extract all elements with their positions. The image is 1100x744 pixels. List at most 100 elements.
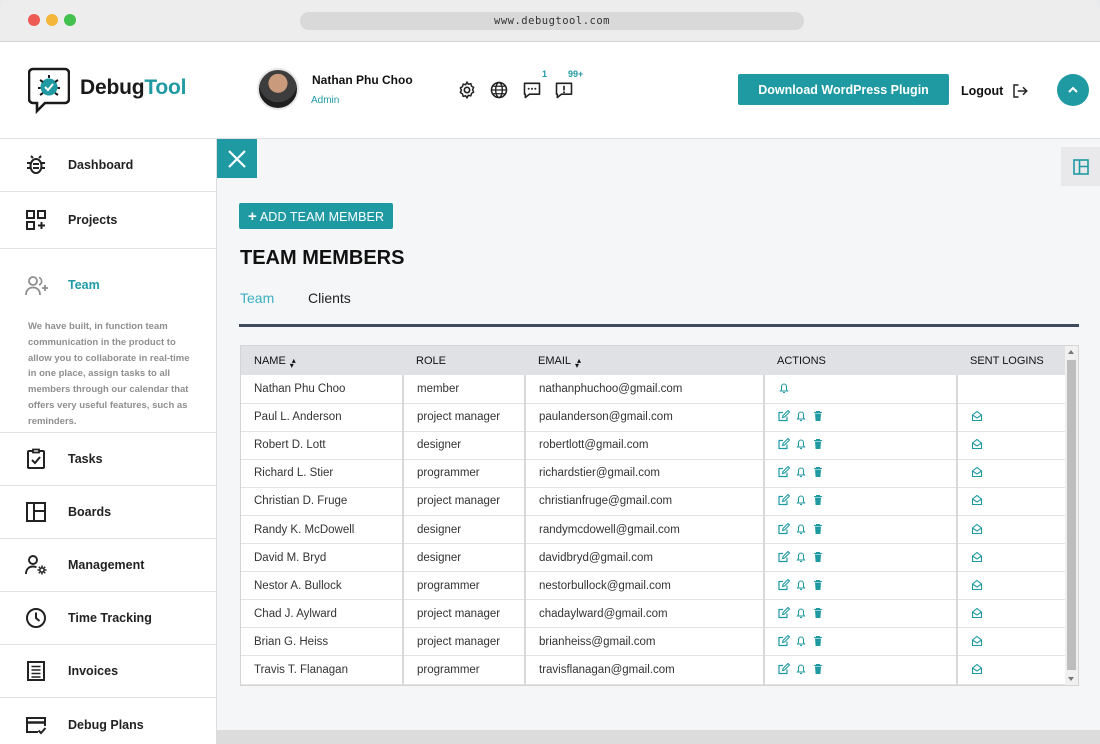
envelope-open-icon[interactable] bbox=[971, 466, 983, 478]
table-row: Chad J. Aylward project manager chadaylwar… bbox=[241, 599, 1066, 629]
cell-sent-logins bbox=[957, 655, 1066, 685]
edit-icon[interactable] bbox=[778, 606, 790, 619]
cell-name: Paul L. Anderson bbox=[241, 403, 404, 432]
gear-icon[interactable] bbox=[457, 80, 477, 100]
sidebar-item-time-tracking[interactable]: Time Tracking bbox=[0, 592, 216, 645]
sidebar-item-debug-plans[interactable]: Debug Plans bbox=[0, 698, 216, 744]
envelope-open-icon[interactable] bbox=[971, 410, 983, 422]
minimize-window-dot[interactable] bbox=[46, 14, 58, 26]
sidebar-item-team[interactable]: Team We have built, in function team com… bbox=[0, 249, 216, 433]
edit-icon[interactable] bbox=[778, 494, 790, 506]
cell-email: robertlott@gmail.com bbox=[525, 431, 765, 460]
envelope-open-icon[interactable] bbox=[971, 607, 983, 619]
cell-name: Travis T. Flanagan bbox=[241, 655, 404, 685]
sidebar-item-invoices[interactable]: Invoices bbox=[0, 645, 216, 698]
bell-icon[interactable] bbox=[795, 607, 807, 619]
bell-icon[interactable] bbox=[795, 635, 807, 647]
close-sidebar-button[interactable] bbox=[217, 139, 257, 178]
cell-actions bbox=[764, 459, 958, 488]
bell-icon[interactable] bbox=[795, 438, 807, 450]
bell-icon[interactable] bbox=[795, 523, 807, 535]
sidebar-item-management[interactable]: Management bbox=[0, 539, 216, 592]
address-bar[interactable]: www.debugtool.com bbox=[300, 12, 804, 30]
chevron-up-icon bbox=[1068, 86, 1078, 93]
cell-name: Nathan Phu Choo bbox=[241, 375, 404, 404]
sidebar-item-projects[interactable]: Projects bbox=[0, 192, 216, 249]
bell-icon[interactable] bbox=[795, 466, 807, 478]
edit-icon[interactable] bbox=[778, 578, 790, 591]
sidebar-item-label: Boards bbox=[68, 505, 112, 519]
envelope-open-icon[interactable] bbox=[971, 551, 983, 563]
cell-email: davidbryd@gmail.com bbox=[525, 543, 765, 573]
sidebar-item-label: Time Tracking bbox=[68, 611, 152, 625]
trash-icon[interactable] bbox=[812, 410, 824, 422]
maximize-window-dot[interactable] bbox=[64, 14, 76, 26]
sidebar-item-dashboard[interactable]: Dashboard bbox=[0, 139, 216, 192]
column-header-email[interactable]: EMAIL ▴▾ bbox=[525, 346, 764, 375]
scroll-up-arrow[interactable] bbox=[1068, 350, 1074, 354]
sidebar-item-tasks[interactable]: Tasks bbox=[0, 433, 216, 486]
cell-name: Nestor A. Bullock bbox=[241, 571, 404, 601]
edit-icon[interactable] bbox=[778, 410, 790, 422]
close-window-dot[interactable] bbox=[28, 14, 40, 26]
add-team-member-button[interactable]: + ADD TEAM MEMBER bbox=[239, 203, 394, 229]
trash-icon[interactable] bbox=[812, 607, 824, 619]
trash-icon[interactable] bbox=[812, 635, 824, 647]
table-row: Nestor A. Bullock programmer nestorbullock… bbox=[241, 571, 1066, 601]
trash-icon[interactable] bbox=[812, 663, 824, 675]
bug-icon bbox=[27, 155, 45, 174]
cell-email: nestorbullock@gmail.com bbox=[525, 571, 765, 601]
trash-icon[interactable] bbox=[812, 523, 824, 535]
trash-icon[interactable] bbox=[812, 551, 824, 563]
sort-icon[interactable]: ▴▾ bbox=[575, 356, 581, 370]
sidebar-item-boards[interactable]: Boards bbox=[0, 486, 216, 539]
cell-sent-logins bbox=[957, 403, 1066, 432]
trash-icon[interactable] bbox=[812, 494, 824, 506]
cell-sent-logins bbox=[957, 627, 1066, 657]
cell-actions bbox=[764, 487, 958, 516]
bell-icon[interactable] bbox=[795, 579, 807, 591]
table-row: Travis T. Flanagan programmer travisflanag… bbox=[241, 655, 1066, 685]
trash-icon[interactable] bbox=[812, 579, 824, 591]
edit-icon[interactable] bbox=[778, 550, 790, 563]
bell-icon[interactable] bbox=[778, 382, 790, 394]
envelope-open-icon[interactable] bbox=[971, 523, 983, 535]
envelope-open-icon[interactable] bbox=[971, 579, 983, 591]
scroll-down-arrow[interactable] bbox=[1068, 677, 1074, 681]
logout-button[interactable]: Logout bbox=[961, 82, 1029, 100]
edit-icon[interactable] bbox=[778, 438, 790, 450]
bell-icon[interactable] bbox=[795, 494, 807, 506]
edit-icon[interactable] bbox=[778, 634, 790, 647]
cell-actions bbox=[764, 627, 958, 657]
trash-icon[interactable] bbox=[812, 466, 824, 478]
envelope-open-icon[interactable] bbox=[971, 438, 983, 450]
tab-team[interactable]: Team bbox=[240, 290, 274, 306]
notifications-icon[interactable] bbox=[554, 80, 574, 100]
envelope-open-icon[interactable] bbox=[971, 494, 983, 506]
bell-icon[interactable] bbox=[795, 551, 807, 563]
envelope-open-icon[interactable] bbox=[971, 635, 983, 647]
envelope-open-icon[interactable] bbox=[971, 663, 983, 675]
column-header-name[interactable]: NAME ▴▾ bbox=[241, 346, 403, 375]
layout-toggle-button[interactable] bbox=[1061, 147, 1100, 186]
bell-icon[interactable] bbox=[795, 410, 807, 422]
edit-icon[interactable] bbox=[778, 466, 790, 478]
scroll-thumb[interactable] bbox=[1067, 360, 1076, 670]
cell-actions bbox=[764, 375, 958, 404]
cell-sent-logins bbox=[957, 599, 1066, 629]
avatar[interactable] bbox=[257, 68, 299, 110]
download-plugin-button[interactable]: Download WordPress Plugin bbox=[738, 74, 949, 105]
globe-icon[interactable] bbox=[489, 80, 509, 100]
bell-icon[interactable] bbox=[795, 663, 807, 675]
trash-icon[interactable] bbox=[812, 438, 824, 450]
edit-icon[interactable] bbox=[778, 522, 790, 535]
edit-icon[interactable] bbox=[778, 662, 790, 675]
tab-clients[interactable]: Clients bbox=[308, 290, 351, 306]
messages-icon[interactable] bbox=[522, 80, 542, 100]
cell-actions bbox=[764, 403, 958, 432]
clock-icon bbox=[26, 608, 46, 628]
close-icon bbox=[228, 149, 246, 168]
scroll-top-button[interactable] bbox=[1057, 74, 1089, 106]
sort-icon[interactable]: ▴▾ bbox=[290, 356, 296, 370]
table-scrollbar[interactable] bbox=[1065, 346, 1078, 685]
